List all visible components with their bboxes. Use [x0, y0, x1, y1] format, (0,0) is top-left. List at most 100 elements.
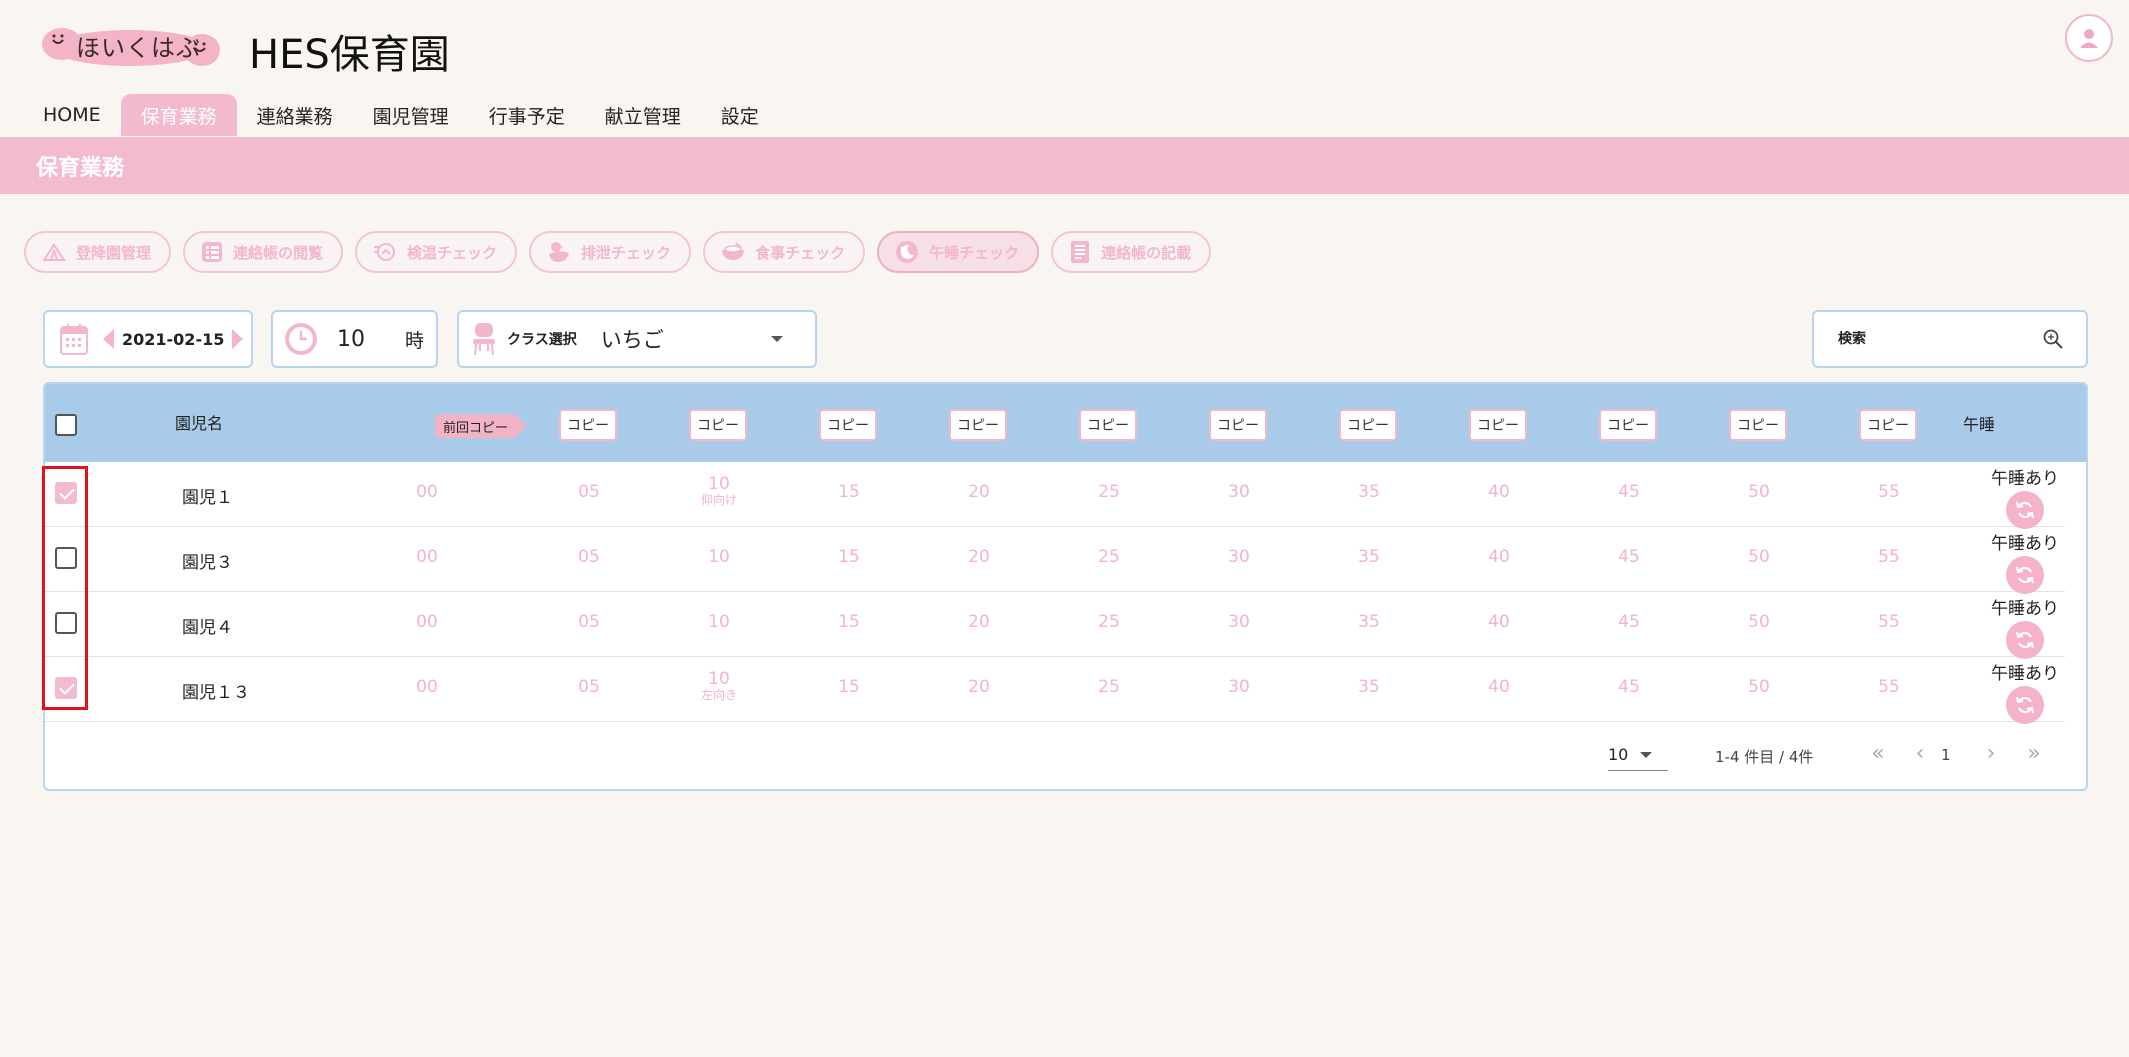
time-slot-20[interactable]: 20 [949, 484, 1009, 501]
nav-item-home[interactable]: HOME [23, 94, 121, 136]
time-slot-00[interactable]: 00 [397, 549, 457, 566]
time-slot-40[interactable]: 40 [1469, 549, 1529, 566]
date-picker[interactable]: 2021-02-15 [43, 310, 253, 368]
copy-button-25[interactable]: コピー [1079, 409, 1137, 441]
tool-nap-button[interactable]: 午睡チェック [877, 231, 1040, 273]
next-date-button[interactable] [232, 329, 244, 349]
copy-button-20[interactable]: コピー [949, 409, 1007, 441]
time-slot-35[interactable]: 35 [1339, 549, 1399, 566]
time-slot-45[interactable]: 45 [1599, 549, 1659, 566]
time-slot-15[interactable]: 15 [819, 614, 879, 631]
toggle-nap-button[interactable] [2006, 491, 2044, 529]
nav-item-contact[interactable]: 連絡業務 [237, 94, 353, 136]
nav-item-events[interactable]: 行事予定 [469, 94, 585, 136]
user-avatar-button[interactable] [2065, 14, 2113, 62]
time-slot-35[interactable]: 35 [1339, 679, 1399, 696]
copy-button-35[interactable]: コピー [1339, 409, 1397, 441]
time-slot-10[interactable]: 10 左向き [689, 671, 749, 702]
tool-temperature-button[interactable]: 検温チェック [355, 231, 518, 273]
copy-button-55[interactable]: コピー [1859, 409, 1917, 441]
time-slot-05[interactable]: 05 [559, 679, 619, 696]
time-slot-55[interactable]: 55 [1859, 484, 1919, 501]
rows-per-page-select[interactable]: 10 [1608, 739, 1668, 771]
time-slot-55[interactable]: 55 [1859, 614, 1919, 631]
time-slot-25[interactable]: 25 [1079, 614, 1139, 631]
nav-item-menu[interactable]: 献立管理 [585, 94, 701, 136]
child-name[interactable]: 園児１ [182, 483, 233, 508]
time-slot-10[interactable]: 10 [689, 549, 749, 566]
copy-button-30[interactable]: コピー [1209, 409, 1267, 441]
time-slot-20[interactable]: 20 [949, 549, 1009, 566]
child-name[interactable]: 園児３ [182, 548, 233, 573]
tool-meal-button[interactable]: 食事チェック [703, 231, 866, 273]
time-slot-00[interactable]: 00 [397, 614, 457, 631]
time-slot-15[interactable]: 15 [819, 679, 879, 696]
time-slot-50[interactable]: 50 [1729, 549, 1789, 566]
time-slot-15[interactable]: 15 [819, 484, 879, 501]
time-slot-50[interactable]: 50 [1729, 484, 1789, 501]
search-icon[interactable] [2042, 328, 2064, 350]
time-slot-00[interactable]: 00 [397, 484, 457, 501]
time-slot-25[interactable]: 25 [1079, 484, 1139, 501]
time-slot-20[interactable]: 20 [949, 614, 1009, 631]
prev-date-button[interactable] [103, 329, 114, 349]
nav-item-settings[interactable]: 設定 [701, 94, 779, 136]
time-slot-30[interactable]: 30 [1209, 679, 1269, 696]
time-slot-55[interactable]: 55 [1859, 549, 1919, 566]
time-slot-00[interactable]: 00 [397, 679, 457, 696]
time-slot-40[interactable]: 40 [1469, 614, 1529, 631]
previous-copy-button[interactable]: 前回コピー [435, 414, 527, 438]
row-checkbox[interactable] [55, 482, 77, 504]
tool-toilet-button[interactable]: 排泄チェック [529, 231, 692, 273]
copy-button-45[interactable]: コピー [1599, 409, 1657, 441]
time-slot-05[interactable]: 05 [559, 614, 619, 631]
tool-notebook-write-button[interactable]: 連絡帳の記載 [1051, 231, 1212, 273]
toggle-nap-button[interactable] [2006, 686, 2044, 724]
row-checkbox[interactable] [55, 677, 77, 699]
first-page-icon[interactable]: « [1863, 738, 1893, 768]
time-slot-50[interactable]: 50 [1729, 614, 1789, 631]
time-slot-45[interactable]: 45 [1599, 679, 1659, 696]
tool-notebook-view-button[interactable]: 連絡帳の閲覧 [183, 231, 344, 273]
next-page-icon[interactable]: › [1976, 738, 2006, 768]
time-slot-35[interactable]: 35 [1339, 484, 1399, 501]
time-slot-25[interactable]: 25 [1079, 549, 1139, 566]
copy-button-15[interactable]: コピー [819, 409, 877, 441]
select-all-checkbox[interactable] [55, 414, 77, 436]
time-slot-05[interactable]: 05 [559, 484, 619, 501]
row-checkbox[interactable] [55, 612, 77, 634]
time-slot-25[interactable]: 25 [1079, 679, 1139, 696]
time-slot-55[interactable]: 55 [1859, 679, 1919, 696]
last-page-icon[interactable]: » [2019, 738, 2049, 768]
class-select[interactable]: クラス選択 いちご [457, 310, 817, 368]
time-slot-20[interactable]: 20 [949, 679, 1009, 696]
copy-button-50[interactable]: コピー [1729, 409, 1787, 441]
search-input[interactable] [1838, 331, 2018, 347]
time-slot-30[interactable]: 30 [1209, 484, 1269, 501]
time-slot-30[interactable]: 30 [1209, 614, 1269, 631]
time-slot-10[interactable]: 10 仰向け [689, 476, 749, 507]
tool-attendance-button[interactable]: 登降園管理 [24, 231, 172, 273]
time-slot-40[interactable]: 40 [1469, 484, 1529, 501]
time-slot-45[interactable]: 45 [1599, 614, 1659, 631]
time-slot-15[interactable]: 15 [819, 549, 879, 566]
time-slot-50[interactable]: 50 [1729, 679, 1789, 696]
row-checkbox[interactable] [55, 547, 77, 569]
nav-item-childcare[interactable]: 保育業務 [120, 94, 237, 136]
time-slot-45[interactable]: 45 [1599, 484, 1659, 501]
time-slot-35[interactable]: 35 [1339, 614, 1399, 631]
prev-page-icon[interactable]: ‹ [1905, 738, 1935, 768]
nav-item-children[interactable]: 園児管理 [353, 94, 469, 136]
copy-button-10[interactable]: コピー [689, 409, 747, 441]
copy-button-40[interactable]: コピー [1469, 409, 1527, 441]
toggle-nap-button[interactable] [2006, 556, 2044, 594]
child-name[interactable]: 園児４ [182, 613, 233, 638]
toggle-nap-button[interactable] [2006, 621, 2044, 659]
hour-select[interactable]: 10 時 [271, 310, 438, 368]
time-slot-40[interactable]: 40 [1469, 679, 1529, 696]
child-name[interactable]: 園児１３ [182, 678, 250, 703]
time-slot-05[interactable]: 05 [559, 549, 619, 566]
time-slot-30[interactable]: 30 [1209, 549, 1269, 566]
time-slot-10[interactable]: 10 [689, 614, 749, 631]
copy-button-05[interactable]: コピー [559, 409, 617, 441]
